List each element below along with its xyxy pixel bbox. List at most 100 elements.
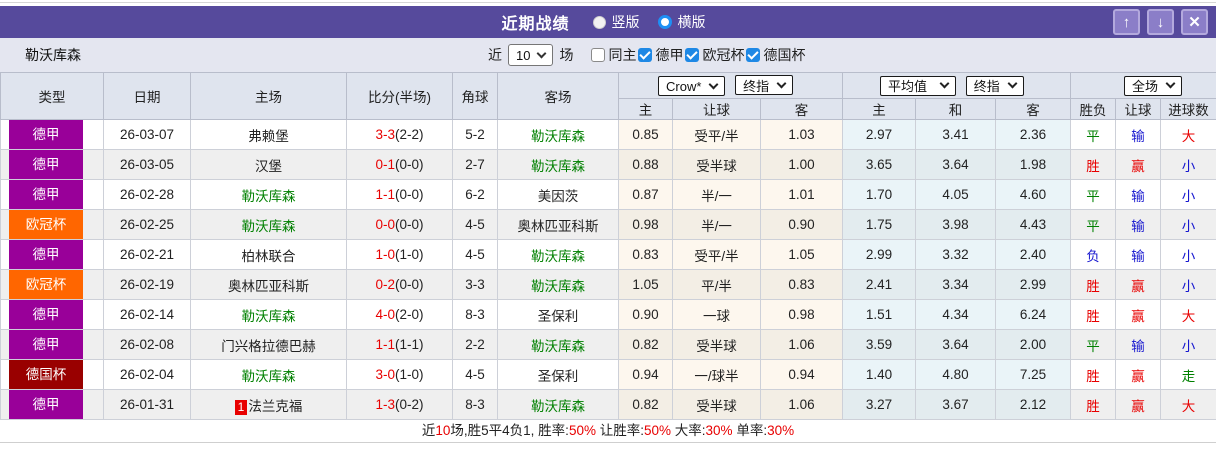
checkbox-label: 德甲 xyxy=(655,47,684,63)
league-cell: 德甲 xyxy=(0,299,104,330)
score-cell: 1-1(0-0) xyxy=(346,179,453,210)
fulltime-score: 0-2 xyxy=(375,277,395,292)
goals-result-cell: 大 xyxy=(1160,299,1216,330)
halftime-score: (1-0) xyxy=(395,367,424,382)
radio-circle-icon[interactable] xyxy=(657,15,672,29)
asian-away-odds-cell: 1.01 xyxy=(759,179,844,210)
asian-odds-group-header: Crow* 终指 xyxy=(617,72,844,99)
date-cell: 26-02-19 xyxy=(103,269,191,300)
league-checkbox-德国杯[interactable] xyxy=(746,48,761,62)
titlebar-buttons: ↑ ↓ ✕ xyxy=(1113,9,1208,35)
euro-final-odds-select[interactable]: 终指 xyxy=(965,75,1024,96)
subheader-euro-home: 主 xyxy=(842,98,917,120)
asian-away-odds-cell: 1.06 xyxy=(759,389,844,420)
euro-draw-odds-cell: 4.80 xyxy=(915,359,997,390)
goals-result-cell: 小 xyxy=(1160,329,1216,360)
winloss-result-cell: 平 xyxy=(1070,329,1117,360)
corner-cell: 4-5 xyxy=(452,359,498,390)
euro-away-odds-cell: 7.25 xyxy=(995,359,1072,390)
horizontal-layout-label: 横版 xyxy=(677,14,706,30)
away-team-cell: 勒沃库森 xyxy=(497,269,619,300)
result-group-header: 全场 xyxy=(1070,72,1216,99)
summary-segment: 大率: xyxy=(671,423,706,438)
vertical-layout-radio[interactable]: 竖版 xyxy=(592,12,640,32)
matches-prefix-label: 近 xyxy=(488,47,502,63)
away-team-cell: 勒沃库森 xyxy=(497,149,619,180)
euro-odds-group-header: 平均值 终指 xyxy=(842,72,1072,99)
away-team-cell: 勒沃库森 xyxy=(497,389,619,420)
asian-home-odds-cell: 0.94 xyxy=(618,359,673,390)
league-cell: 德甲 xyxy=(0,179,104,210)
handicap-result-cell: 输 xyxy=(1115,239,1162,270)
euro-draw-odds-cell: 4.05 xyxy=(915,179,997,210)
winloss-result-cell: 平 xyxy=(1070,209,1117,240)
full-match-select[interactable]: 全场 xyxy=(1124,75,1183,96)
asian-home-odds-cell: 0.90 xyxy=(618,299,673,330)
subheader-asian-home: 主 xyxy=(618,98,673,120)
horizontal-layout-radio[interactable]: 横版 xyxy=(657,12,706,32)
home-team-name: 法兰克福 xyxy=(248,398,303,414)
close-button[interactable]: ✕ xyxy=(1181,9,1208,35)
corner-cell: 4-5 xyxy=(452,239,498,270)
halftime-score: (0-0) xyxy=(395,217,424,232)
corner-cell: 3-3 xyxy=(452,269,498,300)
move-up-button[interactable]: ↑ xyxy=(1113,9,1140,35)
asian-handicap-cell: 平/半 xyxy=(672,269,761,300)
euro-draw-odds-cell: 3.64 xyxy=(915,329,997,360)
home-team-name: 奥林匹亚科斯 xyxy=(228,278,309,294)
away-team-name: 奥林匹亚科斯 xyxy=(517,218,599,234)
goals-result-cell: 小 xyxy=(1160,239,1216,270)
asian-away-odds-cell: 0.83 xyxy=(759,269,844,300)
home-team-cell: 勒沃库森 xyxy=(190,179,347,210)
euro-draw-odds-cell: 3.98 xyxy=(915,209,997,240)
away-team-name: 勒沃库森 xyxy=(531,128,585,144)
asian-handicap-cell: 受半球 xyxy=(672,389,761,420)
winloss-result-cell: 平 xyxy=(1070,119,1117,150)
euro-away-odds-cell: 1.98 xyxy=(995,149,1072,180)
summary-segment: 30% xyxy=(767,423,795,438)
asian-away-odds-cell: 1.03 xyxy=(759,119,844,150)
table-row: 德甲 26-03-05 汉堡 0-1(0-0) 2-7 勒沃库森 0.88 受半球 1.00 3.… xyxy=(0,149,1216,180)
euro-home-odds-cell: 3.65 xyxy=(842,149,917,180)
home-team-name: 勒沃库森 xyxy=(241,188,296,204)
asian-handicap-cell: 受半球 xyxy=(672,149,761,180)
euro-draw-odds-cell: 4.34 xyxy=(915,299,997,330)
date-cell: 26-02-28 xyxy=(103,179,191,210)
summary-segment: 30% xyxy=(705,423,733,438)
asian-final-odds-select[interactable]: 终指 xyxy=(735,75,794,95)
asian-handicap-cell: 受平/半 xyxy=(672,239,761,270)
league-checkbox-德甲[interactable] xyxy=(638,48,653,62)
move-down-button[interactable]: ↓ xyxy=(1147,9,1174,35)
away-team-cell: 圣保利 xyxy=(497,299,619,330)
away-team-name: 圣保利 xyxy=(537,308,579,324)
euro-home-odds-cell: 2.97 xyxy=(842,119,917,150)
fulltime-score: 3-0 xyxy=(375,367,395,382)
same-home-checkbox[interactable] xyxy=(591,48,606,62)
euro-draw-odds-cell: 3.34 xyxy=(915,269,997,300)
euro-home-odds-cell: 1.75 xyxy=(842,209,917,240)
euro-draw-odds-cell: 3.67 xyxy=(915,389,997,420)
league-badge: 德甲 xyxy=(9,390,83,419)
matches-count-select[interactable]: 10 xyxy=(508,44,554,66)
radio-circle-icon[interactable] xyxy=(592,15,606,29)
away-team-cell: 圣保利 xyxy=(497,359,619,390)
summary-segment: 50% xyxy=(643,423,672,438)
league-cell: 德甲 xyxy=(0,239,104,270)
average-odds-select[interactable]: 平均值 xyxy=(880,75,957,96)
fulltime-score: 4-0 xyxy=(375,307,395,322)
league-cell: 德甲 xyxy=(0,119,104,150)
goals-result-cell: 小 xyxy=(1160,209,1216,240)
euro-draw-odds-cell: 3.64 xyxy=(915,149,997,180)
checkbox-label: 欧冠杯 xyxy=(702,47,745,63)
home-team-name: 弗赖堡 xyxy=(248,128,289,144)
euro-away-odds-cell: 2.99 xyxy=(995,269,1072,300)
odds-source-select[interactable]: Crow* xyxy=(658,76,726,96)
league-checkbox-欧冠杯[interactable] xyxy=(685,48,700,62)
home-team-cell: 勒沃库森 xyxy=(190,299,347,330)
panel-title: 近期战绩 xyxy=(501,16,570,33)
filter-bar: 勒沃库森 近 10 场 同主 德甲 欧冠杯 德国杯 xyxy=(0,38,1216,72)
away-team-name: 勒沃库森 xyxy=(531,248,585,264)
away-team-name: 勒沃库森 xyxy=(531,278,585,294)
table-row: 德甲 26-03-07 弗赖堡 3-3(2-2) 5-2 勒沃库森 0.85 受平/半 1.03… xyxy=(0,119,1216,150)
table-row: 德国杯 26-02-04 勒沃库森 3-0(1-0) 4-5 圣保利 0.94 一/球半 0.9… xyxy=(0,359,1216,390)
